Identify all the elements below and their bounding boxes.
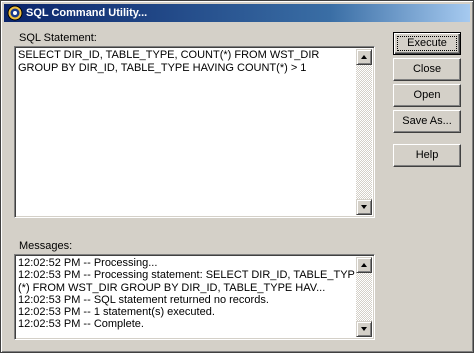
message-line: (*) FROM WST_DIR GROUP BY DIR_ID, TABLE_… [18,281,326,294]
close-button[interactable]: Close [393,58,461,81]
scroll-down-arrow-icon [361,327,367,331]
scroll-down-button[interactable] [356,321,372,337]
sql-statement-scrollbar[interactable] [356,49,372,215]
title-bar[interactable]: SQL Command Utility... [4,4,470,22]
scroll-up-button[interactable] [356,49,372,65]
sql-statement-textarea[interactable]: SELECT DIR_ID, TABLE_TYPE, COUNT(*) FROM… [14,46,375,218]
sql-statement-label: SQL Statement: [19,32,97,44]
scroll-up-button[interactable] [356,257,372,273]
app-globe-icon [7,5,23,21]
window-title: SQL Command Utility... [26,7,148,19]
message-line: 12:02:52 PM -- Processing... [18,257,158,269]
save-as-button[interactable]: Save As... [393,110,461,133]
execute-button[interactable]: Execute [393,32,461,55]
sql-command-utility-window: SQL Command Utility... SQL Statement: SE… [0,0,474,353]
messages-scrollbar[interactable] [356,257,372,337]
messages-label: Messages: [19,240,73,252]
sql-statement-text: SELECT DIR_ID, TABLE_TYPE, COUNT(*) FROM… [18,49,323,74]
scroll-up-arrow-icon [361,263,367,267]
scroll-down-arrow-icon [361,205,367,209]
open-button[interactable]: Open [393,84,461,107]
scroll-up-arrow-icon [361,55,367,59]
messages-textarea[interactable]: 12:02:52 PM -- Processing... 12:02:53 PM… [14,254,375,340]
message-line: 12:02:53 PM -- Complete. [18,318,144,331]
messages-list: 12:02:52 PM -- Processing... 12:02:53 PM… [18,257,355,337]
scroll-down-button[interactable] [356,199,372,215]
message-line: 12:02:53 PM -- Processing statement: SEL… [18,269,355,282]
message-line: 12:02:53 PM -- 1 statement(s) executed. [18,306,215,319]
help-button[interactable]: Help [393,144,461,167]
message-line: 12:02:53 PM -- SQL statement returned no… [18,293,269,306]
